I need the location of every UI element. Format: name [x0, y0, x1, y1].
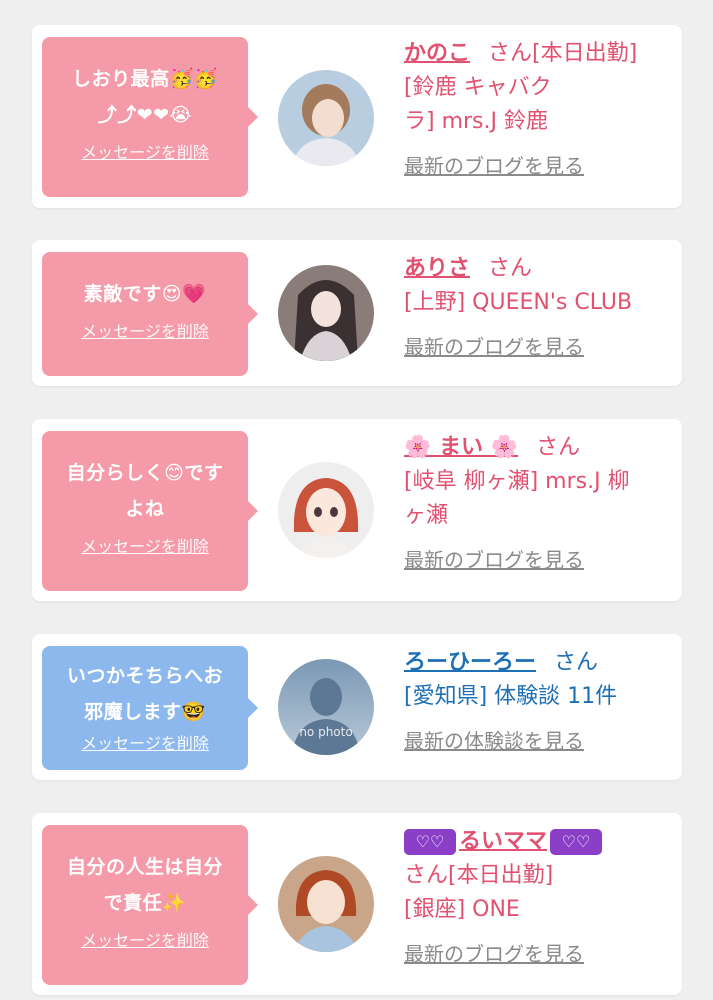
message-card: 自分の人生は自分 で責任✨ メッセージを削除 ♡♡ るいママ ♡♡ さん[本日出勤]…: [32, 813, 682, 995]
avatar[interactable]: [278, 265, 374, 361]
purple-heart-icon: ♡♡: [404, 829, 456, 855]
profile-info: ろーひーろー さん [愛知県] 体験談 11件 最新の体験談を見る: [404, 646, 674, 758]
latest-blog-link[interactable]: 最新のブログを見る: [404, 149, 674, 183]
delete-message-link[interactable]: メッセージを削除: [81, 927, 209, 951]
avatar[interactable]: [278, 856, 374, 952]
latest-blog-link[interactable]: 最新のブログを見る: [404, 937, 674, 971]
message-text: しおり最高🥳🥳: [72, 68, 218, 90]
user-photo-icon: [278, 265, 374, 361]
profile-name-link[interactable]: かのこ: [404, 41, 470, 66]
shop-info: ヶ瀬: [404, 503, 449, 528]
message-card: しおり最高🥳🥳 ⤴⤴❤❤😭 メッセージを削除 かのこ さん[本日出勤] [鈴鹿 キ…: [32, 25, 682, 208]
message-text: ⤴⤴❤❤😭: [97, 104, 193, 126]
latest-review-link[interactable]: 最新の体験談を見る: [404, 724, 674, 758]
message-text: 素敵です😍💗: [83, 283, 207, 305]
message-card: 素敵です😍💗 メッセージを削除 ありさ さん [上野] QUEEN's CLUB …: [32, 240, 682, 386]
profile-name-link[interactable]: 🌸 まい 🌸: [404, 435, 518, 460]
profile-info: ♡♡ るいママ ♡♡ さん[本日出勤] [銀座] ONE 最新のブログを見る: [404, 825, 674, 971]
message-text: いつかそちらへお: [66, 665, 223, 687]
user-photo-icon: [278, 856, 374, 952]
shop-info: [鈴鹿 キャバク: [404, 75, 552, 100]
user-photo-icon: [278, 462, 374, 558]
profile-info: かのこ さん[本日出勤] [鈴鹿 キャバク ラ] mrs.J 鈴鹿 最新のブログを…: [404, 37, 674, 183]
message-text: 自分らしく😊です: [66, 462, 224, 484]
avatar[interactable]: no photo: [278, 659, 374, 755]
profile-info: 🌸 まい 🌸 さん [岐阜 柳ヶ瀬] mrs.J 柳 ヶ瀬 最新のブログを見る: [404, 431, 674, 577]
shop-info: ラ] mrs.J 鈴鹿: [404, 109, 548, 134]
shop-info: [岐阜 柳ヶ瀬] mrs.J 柳: [404, 469, 630, 494]
message-bubble: 素敵です😍💗 メッセージを削除: [42, 252, 258, 376]
message-bubble: 自分らしく😊です よね メッセージを削除: [42, 431, 258, 591]
no-photo-label: no photo: [299, 725, 353, 739]
avatar[interactable]: [278, 70, 374, 166]
message-text: 邪魔します🤓: [84, 701, 206, 723]
shop-info: [銀座] ONE: [404, 897, 520, 922]
profile-info: ありさ さん [上野] QUEEN's CLUB 最新のブログを見る: [404, 252, 674, 364]
user-photo-icon: [278, 70, 374, 166]
latest-blog-link[interactable]: 最新のブログを見る: [404, 543, 674, 577]
profile-name-link[interactable]: ろーひーろー: [404, 650, 536, 675]
message-text: よね: [125, 498, 165, 520]
delete-message-link[interactable]: メッセージを削除: [81, 533, 209, 557]
message-bubble: 自分の人生は自分 で責任✨ メッセージを削除: [42, 825, 258, 985]
message-text: で責任✨: [103, 892, 187, 914]
profile-name-link[interactable]: るいママ: [459, 829, 547, 854]
message-card: 自分らしく😊です よね メッセージを削除 🌸 まい 🌸 さん [岐阜 柳ヶ瀬] m…: [32, 419, 682, 601]
name-suffix: さん: [554, 650, 599, 675]
avatar[interactable]: [278, 462, 374, 558]
review-info: [愛知県] 体験談 11件: [404, 684, 618, 709]
delete-message-link[interactable]: メッセージを削除: [81, 139, 209, 163]
purple-heart-icon: ♡♡: [550, 829, 603, 855]
heart-decoration: ♡♡: [404, 829, 459, 855]
profile-name-link[interactable]: ありさ: [404, 256, 470, 281]
message-bubble: しおり最高🥳🥳 ⤴⤴❤❤😭 メッセージを削除: [42, 37, 258, 197]
name-suffix: さん[本日出勤]: [404, 863, 554, 888]
message-bubble: いつかそちらへお 邪魔します🤓 メッセージを削除: [42, 646, 258, 770]
message-text: 自分の人生は自分: [66, 856, 223, 878]
shop-info: [上野] QUEEN's CLUB: [404, 290, 633, 315]
name-suffix: さん: [536, 435, 581, 460]
delete-message-link[interactable]: メッセージを削除: [81, 318, 209, 342]
no-photo-icon: [278, 659, 374, 755]
name-suffix: さん: [488, 256, 533, 281]
message-card: いつかそちらへお 邪魔します🤓 メッセージを削除 no photo ろーひーろー…: [32, 634, 682, 780]
latest-blog-link[interactable]: 最新のブログを見る: [404, 330, 674, 364]
delete-message-link[interactable]: メッセージを削除: [81, 730, 209, 754]
name-suffix: さん[本日出勤]: [488, 41, 638, 66]
